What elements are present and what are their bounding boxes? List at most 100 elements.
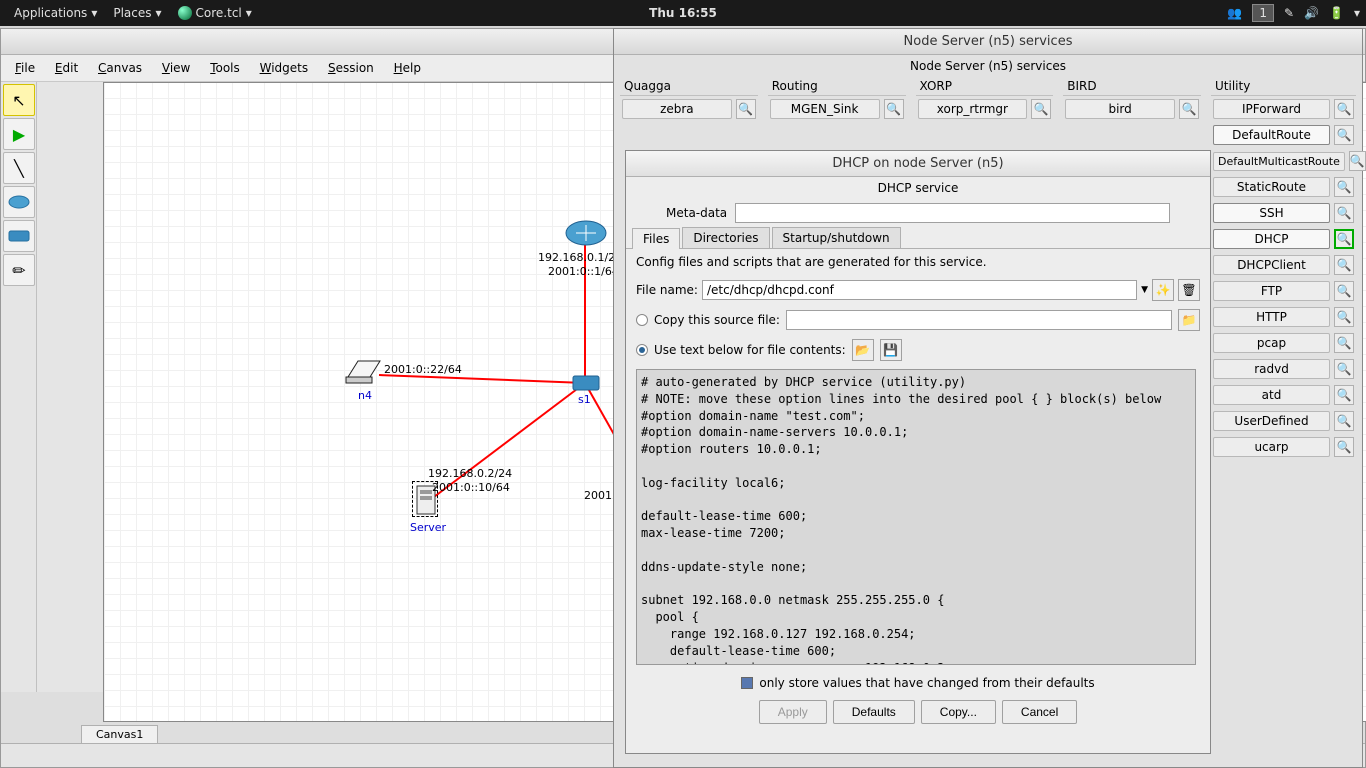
tab-directories[interactable]: Directories <box>682 227 769 248</box>
svc-xorp[interactable]: xorp_rtrmgr <box>918 99 1028 119</box>
cancel-button[interactable]: Cancel <box>1002 700 1077 724</box>
svc-defaultroute[interactable]: DefaultRoute <box>1213 125 1330 145</box>
svc-dhcp-cfg[interactable]: 🔍 <box>1334 229 1354 249</box>
new-file-icon[interactable]: ✨ <box>1152 279 1174 301</box>
svc-http-cfg[interactable]: 🔍 <box>1334 307 1354 327</box>
dhcp-help: Config files and scripts that are genera… <box>626 249 1210 275</box>
svc-bird-cfg[interactable]: 🔍 <box>1179 99 1199 119</box>
dropdown-icon[interactable]: ▼ <box>1141 285 1148 295</box>
node-switch-s1[interactable] <box>572 375 600 391</box>
svc-mgen[interactable]: MGEN_Sink <box>770 99 880 119</box>
tool-hub[interactable] <box>3 220 35 252</box>
svc-mgen-cfg[interactable]: 🔍 <box>884 99 904 119</box>
svc-ssh[interactable]: SSH <box>1213 203 1330 223</box>
svc-zebra[interactable]: zebra <box>622 99 732 119</box>
tab-files[interactable]: Files <box>632 228 680 249</box>
server-ip: 192.168.0.2/24 <box>428 467 512 480</box>
menu-file[interactable]: File <box>7 59 43 77</box>
router-ip6: 2001:0::1/64 <box>548 265 619 278</box>
svc-pcap-cfg[interactable]: 🔍 <box>1334 333 1354 353</box>
file-name-input[interactable] <box>702 280 1137 300</box>
workspace-indicator[interactable]: 1 <box>1252 4 1274 22</box>
copy-source-input[interactable] <box>786 310 1172 330</box>
applications-menu[interactable]: Applications ▾ <box>6 6 105 20</box>
svc-ipforward-cfg[interactable]: 🔍 <box>1334 99 1354 119</box>
menu-canvas[interactable]: Canvas <box>90 59 150 77</box>
menu-edit[interactable]: Edit <box>47 59 86 77</box>
node-router[interactable] <box>564 219 608 247</box>
svc-dhcpclient[interactable]: DHCPClient <box>1213 255 1330 275</box>
brush-icon[interactable]: ✎ <box>1284 6 1294 20</box>
clock[interactable]: Thu 16:55 <box>649 6 717 20</box>
dhcp-service-label: DHCP service <box>626 177 1210 199</box>
canvas-tab[interactable]: Canvas1 <box>81 725 158 743</box>
app-indicator[interactable]: Core.tcl ▾ <box>170 6 260 20</box>
volume-icon[interactable]: 🔊 <box>1304 6 1319 20</box>
svc-atd[interactable]: atd <box>1213 385 1330 405</box>
tool-run[interactable]: ▶ <box>3 118 35 150</box>
svc-ssh-cfg[interactable]: 🔍 <box>1334 203 1354 223</box>
file-label: File name: <box>636 283 698 297</box>
svc-ftp-cfg[interactable]: 🔍 <box>1334 281 1354 301</box>
svc-defaultroute-cfg[interactable]: 🔍 <box>1334 125 1354 145</box>
menu-view[interactable]: View <box>154 59 198 77</box>
delete-file-icon[interactable]: 🗑 <box>1178 279 1200 301</box>
svc-userdefined[interactable]: UserDefined <box>1213 411 1330 431</box>
globe-icon <box>178 6 192 20</box>
save-icon[interactable]: 💾 <box>880 339 902 361</box>
svc-userdefined-cfg[interactable]: 🔍 <box>1334 411 1354 431</box>
dhcp-tabs: Files Directories Startup/shutdown <box>626 227 1210 249</box>
svc-ftp[interactable]: FTP <box>1213 281 1330 301</box>
svc-staticroute-cfg[interactable]: 🔍 <box>1334 177 1354 197</box>
menu-widgets[interactable]: Widgets <box>252 59 317 77</box>
svc-atd-cfg[interactable]: 🔍 <box>1334 385 1354 405</box>
svc-radvd[interactable]: radvd <box>1213 359 1330 379</box>
defaults-button[interactable]: Defaults <box>833 700 915 724</box>
group-utility-title: Utility <box>1211 77 1356 96</box>
menu-session[interactable]: Session <box>320 59 382 77</box>
places-menu[interactable]: Places ▾ <box>105 6 169 20</box>
battery-icon[interactable]: 🔋 <box>1329 6 1344 20</box>
file-contents[interactable] <box>636 369 1196 665</box>
svc-zebra-cfg[interactable]: 🔍 <box>736 99 756 119</box>
svc-dhcp[interactable]: DHCP <box>1213 229 1330 249</box>
apply-button[interactable]: Apply <box>759 700 827 724</box>
group-routing-title: Routing <box>768 77 906 96</box>
tab-startup[interactable]: Startup/shutdown <box>772 227 901 248</box>
meta-label: Meta-data <box>666 206 727 220</box>
radio-use-text[interactable] <box>636 344 648 356</box>
server-ip6: 2001:0::10/64 <box>432 481 510 494</box>
svc-ipforward[interactable]: IPForward <box>1213 99 1330 119</box>
meta-input[interactable] <box>735 203 1170 223</box>
menu-help[interactable]: Help <box>386 59 429 77</box>
svc-staticroute[interactable]: StaticRoute <box>1213 177 1330 197</box>
svc-defmcast[interactable]: DefaultMulticastRoute <box>1213 152 1345 171</box>
users-icon[interactable]: 👥 <box>1227 6 1242 20</box>
dhcp-titlebar: DHCP on node Server (n5) <box>626 151 1210 177</box>
svc-bird[interactable]: bird <box>1065 99 1175 119</box>
svc-defmcast-cfg[interactable]: 🔍 <box>1349 151 1366 171</box>
power-icon[interactable]: ▾ <box>1354 6 1360 20</box>
tool-link[interactable]: ╲ <box>3 152 35 184</box>
tool-annotate[interactable]: ✏ <box>3 254 35 286</box>
svc-xorp-cfg[interactable]: 🔍 <box>1031 99 1051 119</box>
radio-copy-source[interactable] <box>636 314 648 326</box>
svc-radvd-cfg[interactable]: 🔍 <box>1334 359 1354 379</box>
node-pc-n4[interactable] <box>344 357 384 387</box>
copy-button[interactable]: Copy... <box>921 700 996 724</box>
svc-pcap[interactable]: pcap <box>1213 333 1330 353</box>
only-changed-checkbox[interactable] <box>741 677 753 689</box>
svc-ucarp-cfg[interactable]: 🔍 <box>1334 437 1354 457</box>
svc-ucarp[interactable]: ucarp <box>1213 437 1330 457</box>
router-ip: 192.168.0.1/24 <box>538 251 622 264</box>
browse-icon[interactable]: 📁 <box>1178 309 1200 331</box>
dhcp-dialog: DHCP on node Server (n5) DHCP service Me… <box>625 150 1211 754</box>
menu-tools[interactable]: Tools <box>202 59 248 77</box>
services-titlebar: Node Server (n5) services <box>614 29 1362 55</box>
group-bird-title: BIRD <box>1063 77 1201 96</box>
tool-router[interactable] <box>3 186 35 218</box>
svc-dhcpclient-cfg[interactable]: 🔍 <box>1334 255 1354 275</box>
tool-select[interactable]: ↖ <box>3 84 35 116</box>
open-icon[interactable]: 📂 <box>852 339 874 361</box>
svc-http[interactable]: HTTP <box>1213 307 1330 327</box>
